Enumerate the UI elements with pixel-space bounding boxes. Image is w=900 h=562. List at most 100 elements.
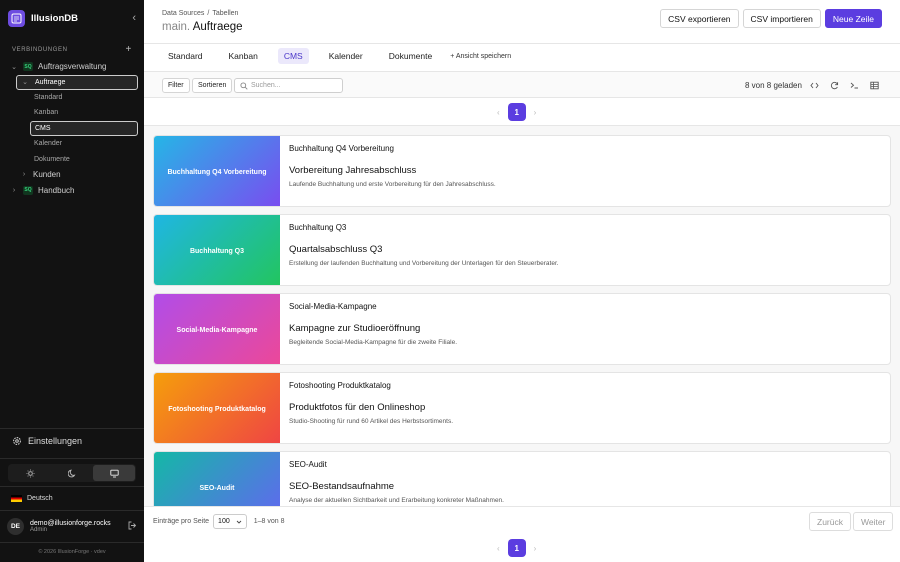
sidebar-item-handbuch[interactable]: › SQ Handbuch — [6, 183, 138, 199]
sidebar-item-label: Standard — [34, 93, 63, 101]
card-thumbnail: Buchhaltung Q4 Vorbereitung — [154, 136, 280, 206]
sidebar-item-cms[interactable]: CMS — [30, 120, 138, 136]
avatar[interactable]: DE — [7, 518, 24, 535]
divider — [144, 506, 900, 507]
next-button[interactable]: Weiter — [853, 512, 894, 531]
divider — [0, 486, 144, 487]
page-1-button[interactable]: 1 — [507, 539, 526, 557]
cms-card[interactable]: Buchhaltung Q4 Vorbereitung Buchhaltung Q… — [153, 135, 891, 207]
card-thumbnail: Fotoshooting Produktkatalog — [154, 373, 280, 443]
sidebar-item-auftragsverwaltung[interactable]: ⌄ SQ Auftragsverwaltung — [6, 59, 138, 75]
collapse-sidebar-icon[interactable]: ‹ — [132, 12, 136, 24]
card-title: Produktfotos für den Onlineshop — [289, 402, 426, 413]
tab-dokumente[interactable]: Dokumente — [383, 48, 438, 64]
dark-theme-button[interactable] — [51, 465, 93, 481]
sidebar-item-label: Auftraege — [35, 78, 66, 86]
page-1-button[interactable]: 1 — [507, 103, 526, 121]
divider — [0, 542, 144, 543]
prev-page-icon[interactable]: ‹ — [497, 544, 500, 553]
terminal-icon[interactable] — [849, 80, 860, 91]
cms-card[interactable]: Fotoshooting Produktkatalog Fotoshooting … — [153, 372, 891, 444]
chevron-down-icon[interactable]: ⌄ — [10, 63, 18, 71]
refresh-icon[interactable] — [829, 80, 840, 91]
user-role: Admin — [30, 527, 48, 533]
chevron-down-icon[interactable]: ⌄ — [21, 78, 29, 86]
tab-kalender[interactable]: Kalender — [323, 48, 369, 64]
card-title: Vorbereitung Jahresabschluss — [289, 165, 417, 176]
sidebar-item-kalender[interactable]: Kalender — [30, 136, 138, 152]
breadcrumb-tables[interactable]: Tabellen — [212, 10, 238, 17]
import-csv-button[interactable]: CSV importieren — [742, 9, 821, 28]
settings-link[interactable]: Einstellungen — [0, 436, 144, 446]
export-csv-button[interactable]: CSV exportieren — [660, 9, 739, 28]
tab-standard[interactable]: Standard — [162, 48, 209, 64]
search-icon — [240, 81, 248, 90]
sidebar-item-label: Dokumente — [34, 155, 70, 163]
logout-icon[interactable] — [128, 521, 137, 532]
table-icon[interactable] — [869, 80, 880, 91]
tab-cms[interactable]: CMS — [277, 48, 309, 64]
pagination-top: ‹ 1 › — [497, 103, 536, 121]
sidebar-item-kanban[interactable]: Kanban — [30, 105, 138, 121]
card-title: Kampagne zur Studioeröffnung — [289, 323, 421, 334]
sidebar-item-label: CMS — [35, 124, 51, 132]
sidebar-item-auftraege[interactable]: ⌄ Auftraege — [16, 74, 138, 90]
search-input[interactable]: Suchen... — [251, 82, 281, 89]
divider — [0, 458, 144, 459]
next-page-icon[interactable]: › — [534, 544, 537, 553]
table-footer: Einträge pro Seite 100 1–8 von 8 — [153, 514, 284, 529]
card-category: Buchhaltung Q4 Vorbereitung — [289, 144, 394, 153]
card-list: Buchhaltung Q4 Vorbereitung Buchhaltung Q… — [144, 126, 900, 506]
card-description: Studio-Shooting für rund 60 Artikel des … — [289, 418, 454, 425]
prev-page-icon[interactable]: ‹ — [497, 108, 500, 117]
view-tabs: Standard Kanban CMS Kalender Dokumente + Ansi… — [162, 48, 511, 64]
new-row-button[interactable]: Neue Zeile — [824, 9, 882, 28]
sort-button[interactable]: Sortieren — [192, 78, 233, 93]
filter-button[interactable]: Filter — [162, 78, 190, 93]
card-category: SEO-Audit — [289, 460, 327, 469]
language-selector[interactable]: Deutsch — [11, 495, 53, 502]
sqlite-icon: SQ — [23, 185, 33, 195]
cms-card[interactable]: SEO-Audit SEO-Audit SEO-Bestandsaufnahme An… — [153, 451, 891, 506]
chevron-right-icon[interactable]: › — [20, 171, 28, 178]
theme-switcher — [8, 464, 136, 482]
breadcrumb-data-sources[interactable]: Data Sources — [162, 10, 204, 17]
card-thumbnail: Social-Media-Kampagne — [154, 294, 280, 364]
light-theme-button[interactable] — [9, 465, 51, 481]
add-connection-icon[interactable]: + — [126, 44, 132, 55]
tab-kanban[interactable]: Kanban — [223, 48, 264, 64]
per-page-value: 100 — [218, 518, 230, 525]
card-description: Erstellung der laufenden Buchhaltung und… — [289, 260, 559, 267]
sidebar-item-kunden[interactable]: › Kunden — [16, 167, 138, 183]
card-category: Social-Media-Kampagne — [289, 302, 377, 311]
gear-icon — [13, 437, 21, 445]
sidebar-item-dokumente[interactable]: Dokumente — [30, 151, 138, 167]
cms-card[interactable]: Buchhaltung Q3 Buchhaltung Q3 Quartalsabsc… — [153, 214, 891, 286]
next-page-icon[interactable]: › — [534, 108, 537, 117]
card-description: Begleitende Social-Media-Kampagne für di… — [289, 339, 458, 346]
loaded-count: 8 von 8 geladen — [745, 81, 802, 90]
chevron-down-icon — [236, 520, 242, 524]
back-button[interactable]: Zurück — [809, 512, 851, 531]
card-description: Analyse der aktuellen Sichtbarkeit und E… — [289, 497, 504, 504]
chevron-right-icon[interactable]: › — [10, 187, 18, 194]
sidebar-item-standard[interactable]: Standard — [30, 90, 138, 106]
breadcrumb: Data Sources / Tabellen — [162, 10, 239, 17]
code-icon[interactable] — [809, 80, 820, 91]
divider — [0, 428, 144, 429]
connection-tree: ⌄ SQ Auftragsverwaltung ⌄ Auftraege Standard K… — [0, 55, 144, 198]
per-page-select[interactable]: 100 — [213, 514, 247, 529]
search-field[interactable]: Suchen... — [234, 78, 343, 93]
system-theme-button[interactable] — [93, 465, 135, 481]
header-actions: CSV exportieren CSV importieren Neue Zei… — [660, 9, 882, 28]
monitor-icon — [109, 469, 119, 477]
pagination-bottom: ‹ 1 › — [497, 539, 536, 557]
save-view-button[interactable]: + Ansicht speichern — [450, 53, 511, 60]
card-title: Quartalsabschluss Q3 — [289, 244, 383, 255]
card-category: Fotoshooting Produktkatalog — [289, 381, 391, 390]
sun-icon — [26, 469, 34, 477]
page-title: main. Auftraege — [162, 21, 243, 33]
sidebar-item-label: Handbuch — [38, 185, 75, 195]
cms-card[interactable]: Social-Media-Kampagne Social-Media-Kampag… — [153, 293, 891, 365]
brand: IllusionDB ‹ — [0, 0, 144, 36]
